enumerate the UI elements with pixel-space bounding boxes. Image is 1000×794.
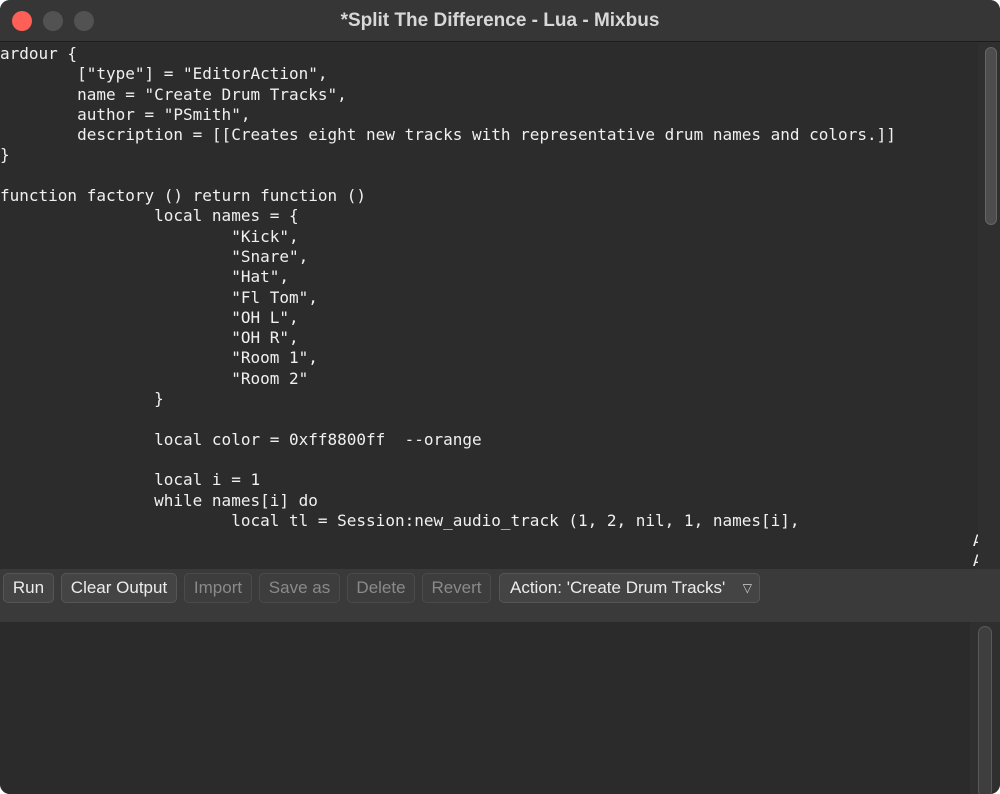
lua-script-window: *Split The Difference - Lua - Mixbus ard… [0,0,1000,794]
run-button[interactable]: Run [3,573,54,603]
output-scrollbar[interactable] [972,622,1000,794]
action-dropdown-label: Action: 'Create Drum Tracks' [510,578,726,597]
code-editor[interactable]: ardour { ["type"] = "EditorAction", name… [0,43,978,569]
save-as-button[interactable]: Save as [259,573,340,603]
editor-scrollbar-thumb[interactable] [985,47,997,225]
output-pane[interactable] [0,622,970,794]
import-button[interactable]: Import [184,573,252,603]
code-text[interactable]: ardour { ["type"] = "EditorAction", name… [0,44,978,569]
clear-output-button[interactable]: Clear Output [61,573,177,603]
script-toolbar: Run Clear Output Import Save as Delete R… [0,569,1000,622]
output-scrollbar-thumb[interactable] [978,626,992,794]
triangle-down-icon: ▽ [742,581,752,595]
editor-scrollbar[interactable] [980,43,1000,569]
title-bar[interactable]: *Split The Difference - Lua - Mixbus [0,0,1000,42]
revert-button[interactable]: Revert [422,573,491,603]
window-title: *Split The Difference - Lua - Mixbus [340,10,660,31]
delete-button[interactable]: Delete [347,573,415,603]
action-dropdown[interactable]: Action: 'Create Drum Tracks' ▽ [499,573,760,603]
